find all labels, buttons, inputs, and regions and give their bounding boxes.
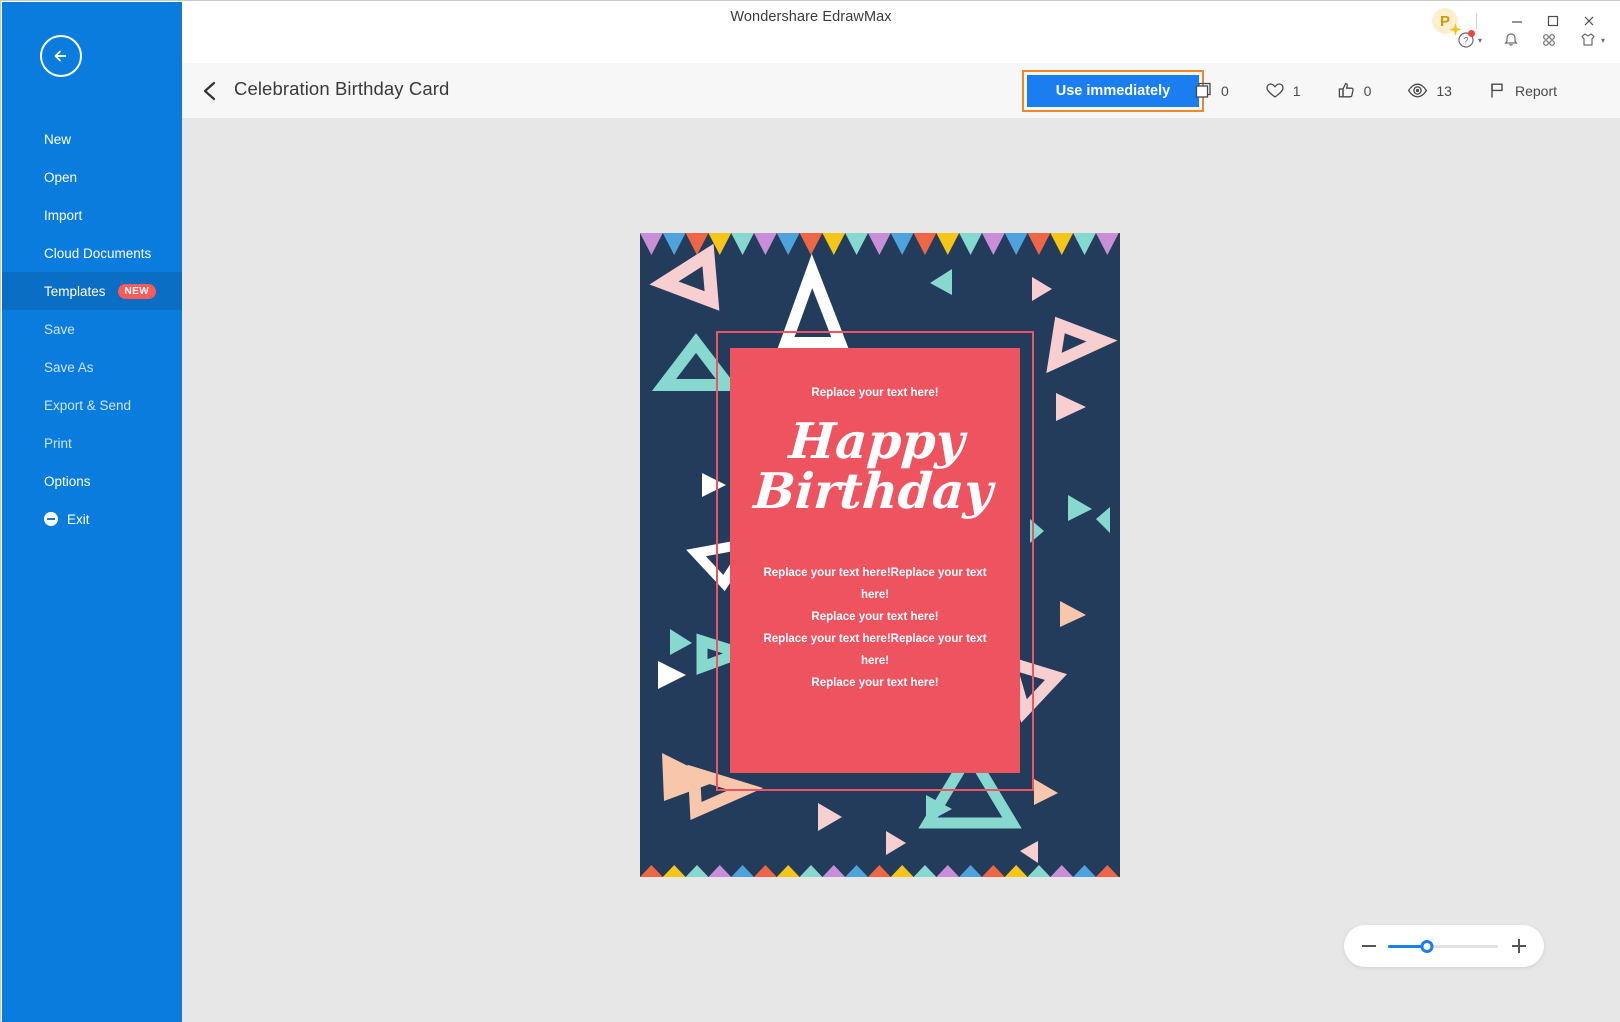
bunting-triangle (1027, 865, 1051, 877)
stat-thumbs-up[interactable]: 0 (1337, 81, 1372, 100)
theme-button[interactable]: ▾ (1578, 31, 1605, 49)
bunting-triangle (867, 865, 891, 877)
template-stats: 0 1 0 13 Report (1194, 81, 1593, 100)
card-body-line: Replace your text here! (811, 611, 939, 623)
sidebar-item-label: Export & Send (44, 397, 132, 413)
card-top-text: Replace your text here! (811, 387, 939, 399)
new-badge: NEW (117, 283, 157, 299)
sidebar-item-templates[interactable]: Templates NEW (2, 272, 182, 310)
card-headline-line1: Happy (787, 412, 967, 470)
sidebar-item-exit[interactable]: Exit (2, 500, 182, 538)
bunting-triangle (731, 865, 754, 877)
bunting-triangle (708, 865, 732, 877)
use-immediately-button[interactable]: Use immediately (1027, 75, 1199, 107)
bunting-triangle (936, 865, 960, 877)
sidebar-item-label: New (44, 131, 72, 147)
stat-likes-heart[interactable]: 1 (1265, 81, 1301, 100)
chevron-down-icon: ▾ (1477, 35, 1482, 45)
bunting-triangle (890, 865, 914, 877)
bunting-triangle (822, 865, 846, 877)
report-button[interactable]: Report (1488, 81, 1557, 100)
sidebar-item-print[interactable]: Print (2, 424, 182, 462)
pro-badge[interactable]: P (1432, 8, 1462, 36)
exit-icon (44, 512, 58, 526)
zoom-slider-thumb[interactable] (1420, 939, 1433, 953)
bunting-triangle (1073, 865, 1096, 877)
pro-badge-letter: P (1439, 12, 1450, 30)
svg-text:?: ? (1463, 36, 1468, 46)
window-title: Wondershare EdrawMax (730, 9, 892, 25)
sidebar-item-label: Options (44, 473, 91, 489)
sidebar-item-new[interactable]: New (2, 120, 182, 158)
bunting-triangle (845, 865, 868, 877)
help-button[interactable]: ? ▾ (1457, 30, 1482, 49)
card-headline: Happy Birthday (727, 412, 1024, 520)
zoom-out-button[interactable] (1362, 945, 1376, 947)
card-body-text: Replace your text here!Replace your text… (742, 562, 1008, 694)
sidebar-back-button[interactable] (40, 35, 82, 77)
application-window: Wondershare EdrawMax P ? ▾ ▾ New Open Im… (0, 0, 1620, 1022)
sidebar-item-label: Exit (67, 511, 90, 527)
bunting-triangle (959, 865, 982, 877)
use-immediately-highlight: Use immediately (1022, 70, 1204, 112)
sidebar-item-label: Import (44, 207, 83, 223)
sidebar-item-open[interactable]: Open (2, 158, 182, 196)
bunting-triangle (1095, 865, 1119, 877)
bunting-triangle (753, 865, 777, 877)
sidebar-item-label: Save As (44, 359, 94, 375)
header-back-button[interactable] (200, 79, 222, 108)
card-text-panel: Replace your text here! Happy Birthday R… (730, 348, 1020, 773)
sidebar-item-label: Templates (44, 283, 106, 299)
bunting-bottom (640, 865, 1120, 877)
stat-value: 13 (1436, 82, 1452, 99)
stat-value: 0 (1221, 82, 1229, 99)
card-body-line: Replace your text here!Replace your text (763, 567, 987, 579)
card-body-line: here! (860, 589, 890, 601)
titlebar-divider (1476, 13, 1477, 29)
sidebar-item-cloud-documents[interactable]: Cloud Documents (2, 234, 182, 272)
help-notification-dot (1467, 30, 1475, 37)
sidebar-item-export-and-send[interactable]: Export & Send (2, 386, 182, 424)
sidebar-item-label: Open (44, 169, 78, 185)
bunting-triangle (1004, 865, 1028, 877)
card-body-line: here! (860, 655, 890, 667)
sidebar-item-label: Print (44, 435, 72, 451)
zoom-slider-track[interactable] (1388, 939, 1498, 953)
stat-value: 1 (1292, 82, 1301, 99)
bunting-triangle (981, 865, 1005, 877)
card-headline-line2: Birthday (751, 462, 995, 520)
card-body-line: Replace your text here! (811, 677, 939, 689)
stat-copies[interactable]: 0 (1194, 81, 1229, 100)
sidebar-menu: New Open Import Cloud Documents Template… (2, 120, 182, 538)
utility-icons-row: ? ▾ ▾ (1457, 30, 1605, 49)
sidebar: New Open Import Cloud Documents Template… (2, 2, 182, 1022)
template-header: Celebration Birthday Card Use immediatel… (182, 63, 1620, 119)
page-title: Celebration Birthday Card (234, 78, 450, 99)
stat-views[interactable]: 13 (1407, 81, 1452, 100)
bunting-triangle (913, 865, 937, 877)
sidebar-item-save-as[interactable]: Save As (2, 348, 182, 386)
sidebar-item-save[interactable]: Save (2, 310, 182, 348)
report-label: Report (1514, 82, 1557, 99)
stat-value: 0 (1363, 82, 1372, 99)
bunting-triangle (1050, 865, 1074, 877)
bunting-triangle (776, 865, 800, 877)
apps-grid-button[interactable] (1540, 31, 1558, 49)
card-body-line: Replace your text here!Replace your text (763, 633, 987, 645)
zoom-control[interactable] (1344, 925, 1544, 967)
sidebar-item-import[interactable]: Import (2, 196, 182, 234)
bunting-triangle (685, 865, 709, 877)
bunting-triangle (662, 865, 686, 877)
template-preview-card[interactable]: Replace your text here! Happy Birthday R… (640, 233, 1120, 877)
bunting-triangle (799, 865, 823, 877)
title-bar: Wondershare EdrawMax P ? ▾ ▾ (1, 1, 1620, 63)
notifications-button[interactable] (1502, 31, 1520, 49)
bunting-triangle (640, 865, 663, 877)
zoom-in-button[interactable] (1512, 939, 1526, 953)
canvas-area[interactable]: Replace your text here! Happy Birthday R… (182, 119, 1620, 1022)
chevron-down-icon: ▾ (1600, 35, 1605, 45)
sidebar-item-label: Save (44, 321, 75, 337)
sidebar-item-label: Cloud Documents (44, 245, 152, 261)
sidebar-item-options[interactable]: Options (2, 462, 182, 500)
